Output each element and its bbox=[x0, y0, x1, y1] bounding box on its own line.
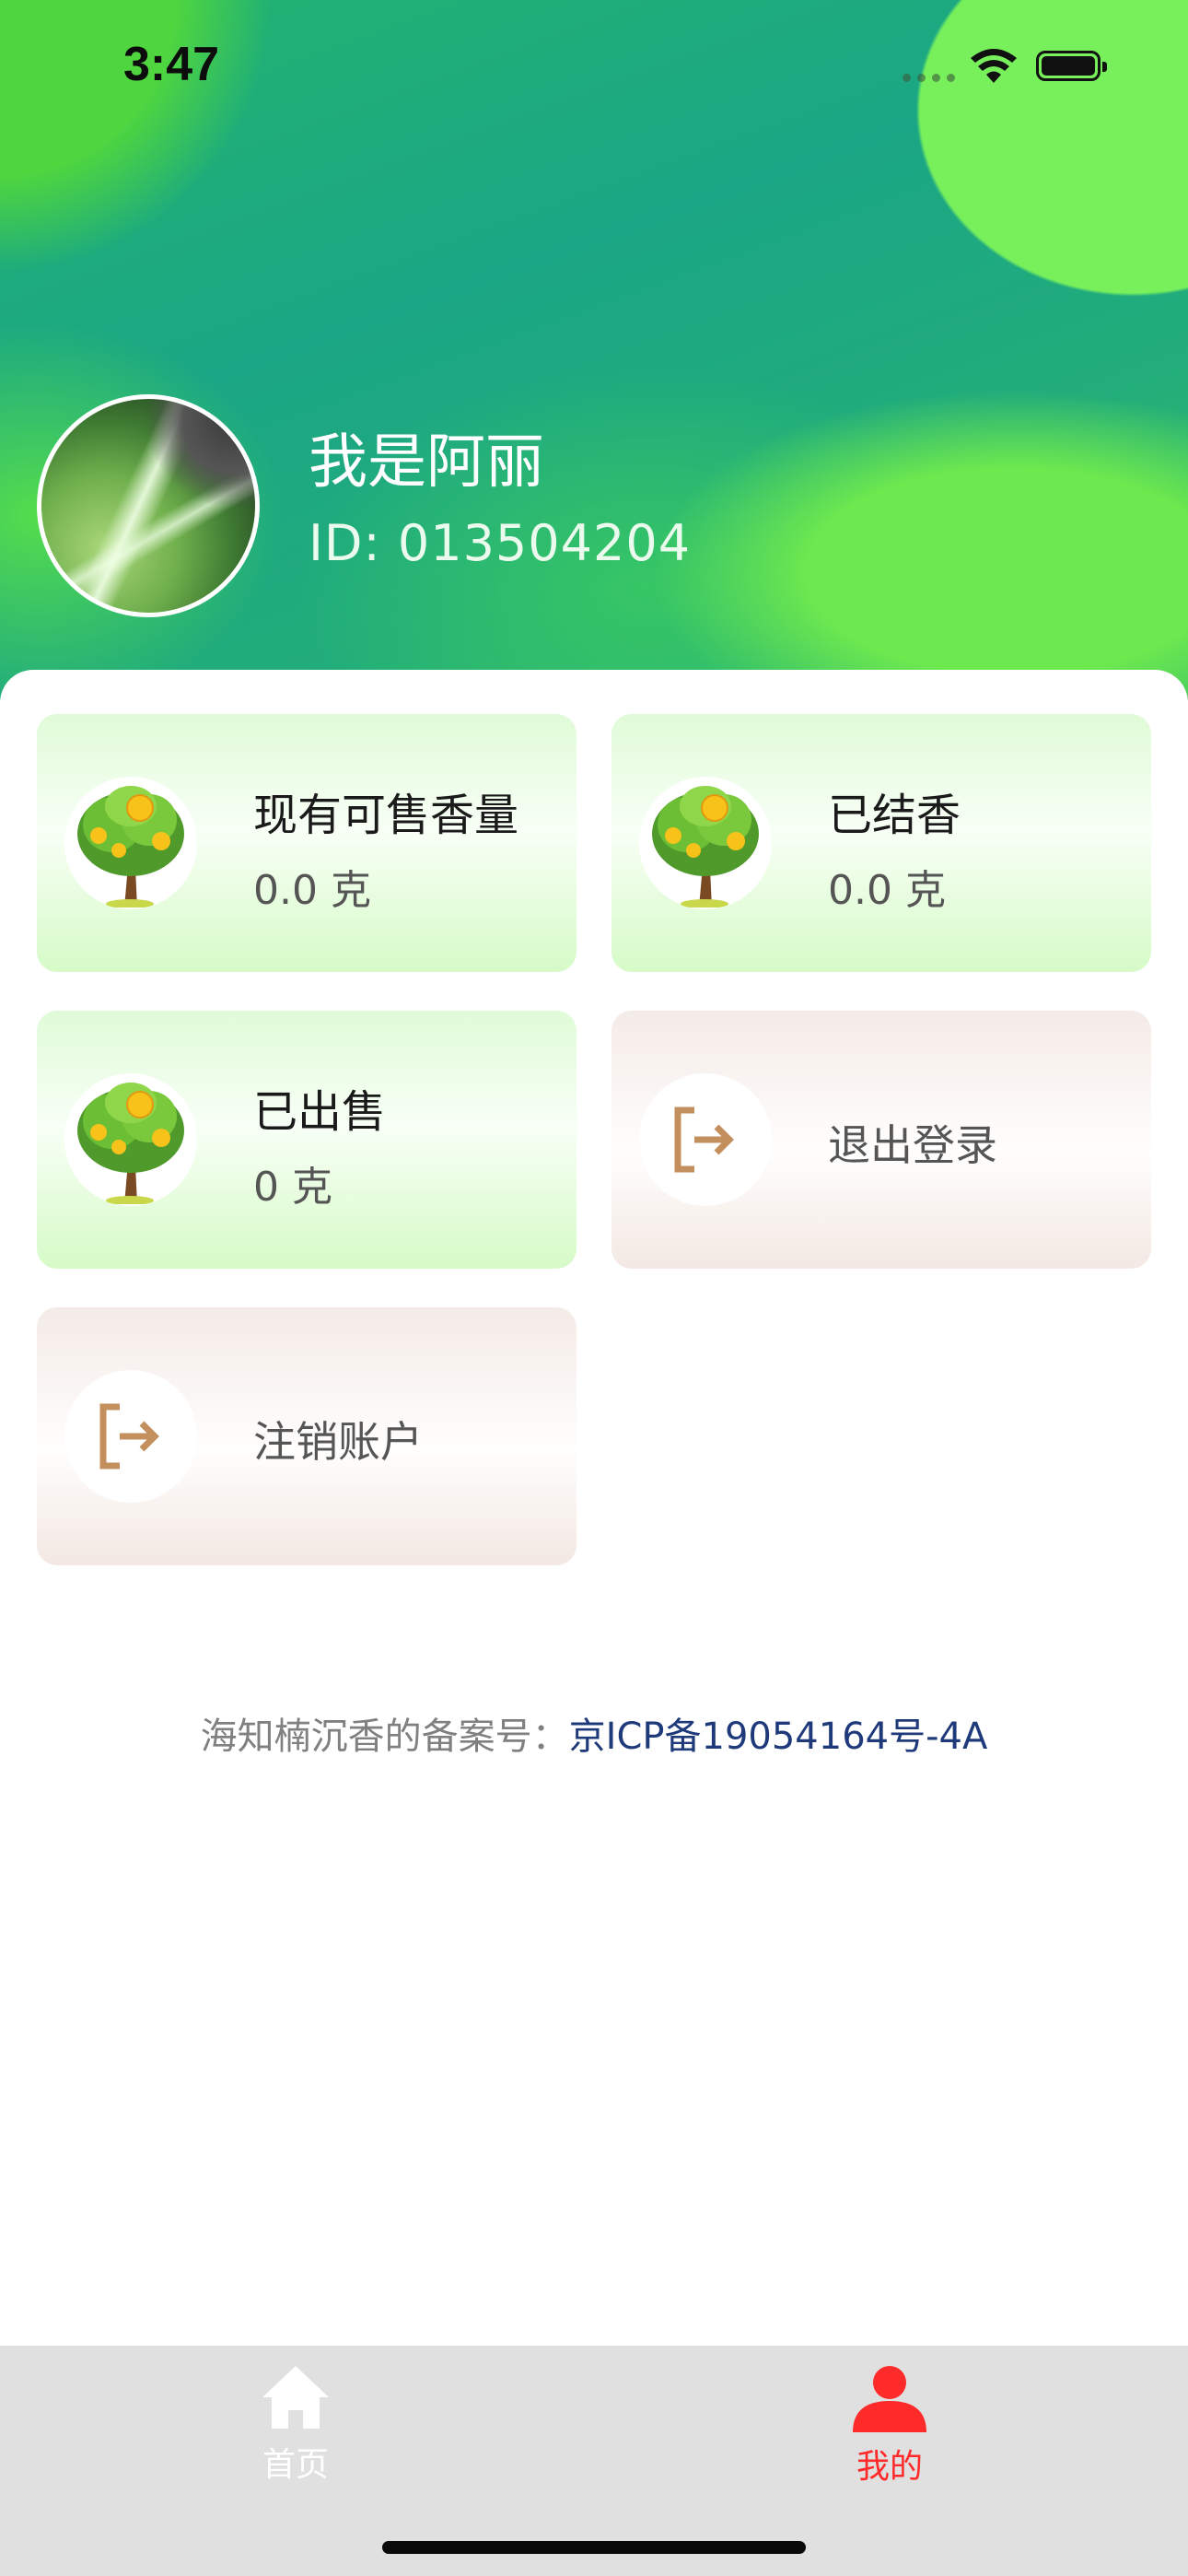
content-panel: 现有可售香量 0.0 克 已结香 0.0 克 已出售 0 克 退出登录 注销账户 bbox=[0, 670, 1188, 2347]
signal-icon bbox=[903, 74, 955, 82]
card-title: 已出售 bbox=[253, 1086, 387, 1138]
card-value: 0.0 克 bbox=[253, 867, 371, 914]
card-label: 注销账户 bbox=[253, 1417, 423, 1467]
card-label: 退出登录 bbox=[828, 1120, 997, 1170]
profile-header: 3:47 我是阿丽 ID: 013504204 bbox=[0, 0, 1188, 700]
card-harvested-incense[interactable]: 已结香 0.0 克 bbox=[611, 714, 1151, 972]
user-id: ID: 013504204 bbox=[309, 514, 692, 572]
tab-home-label: 首页 bbox=[262, 2446, 329, 2484]
card-title: 现有可售香量 bbox=[253, 790, 519, 841]
battery-icon bbox=[1036, 51, 1107, 81]
deactivate-account-button[interactable]: 注销账户 bbox=[37, 1307, 577, 1565]
money-tree-icon bbox=[64, 777, 197, 909]
logout-icon bbox=[639, 1073, 772, 1206]
logout-icon bbox=[64, 1370, 197, 1503]
status-time: 3:47 bbox=[123, 38, 220, 91]
icp-number-link[interactable]: 京ICP备19054164号-4A bbox=[569, 1715, 988, 1758]
card-title: 已结香 bbox=[828, 790, 961, 841]
tab-mine[interactable]: 我的 bbox=[798, 2364, 982, 2488]
home-icon bbox=[262, 2366, 329, 2429]
money-tree-icon bbox=[64, 1073, 197, 1206]
card-available-incense[interactable]: 现有可售香量 0.0 克 bbox=[37, 714, 577, 972]
icp-label: 海知楠沉香的备案号： bbox=[200, 1715, 569, 1758]
tab-home[interactable]: 首页 bbox=[204, 2364, 388, 2486]
icp-record: 海知楠沉香的备案号：京ICP备19054164号-4A bbox=[0, 1706, 1188, 1760]
username: 我是阿丽 bbox=[309, 428, 544, 497]
tab-mine-label: 我的 bbox=[856, 2448, 923, 2486]
card-sold[interactable]: 已出售 0 克 bbox=[37, 1011, 577, 1269]
card-value: 0.0 克 bbox=[828, 867, 946, 914]
money-tree-icon bbox=[639, 777, 772, 909]
logout-button[interactable]: 退出登录 bbox=[611, 1011, 1151, 1269]
card-value: 0 克 bbox=[253, 1164, 332, 1211]
avatar[interactable] bbox=[37, 394, 260, 617]
user-icon bbox=[853, 2366, 926, 2432]
home-indicator[interactable] bbox=[382, 2541, 806, 2554]
wifi-icon bbox=[971, 49, 1017, 83]
